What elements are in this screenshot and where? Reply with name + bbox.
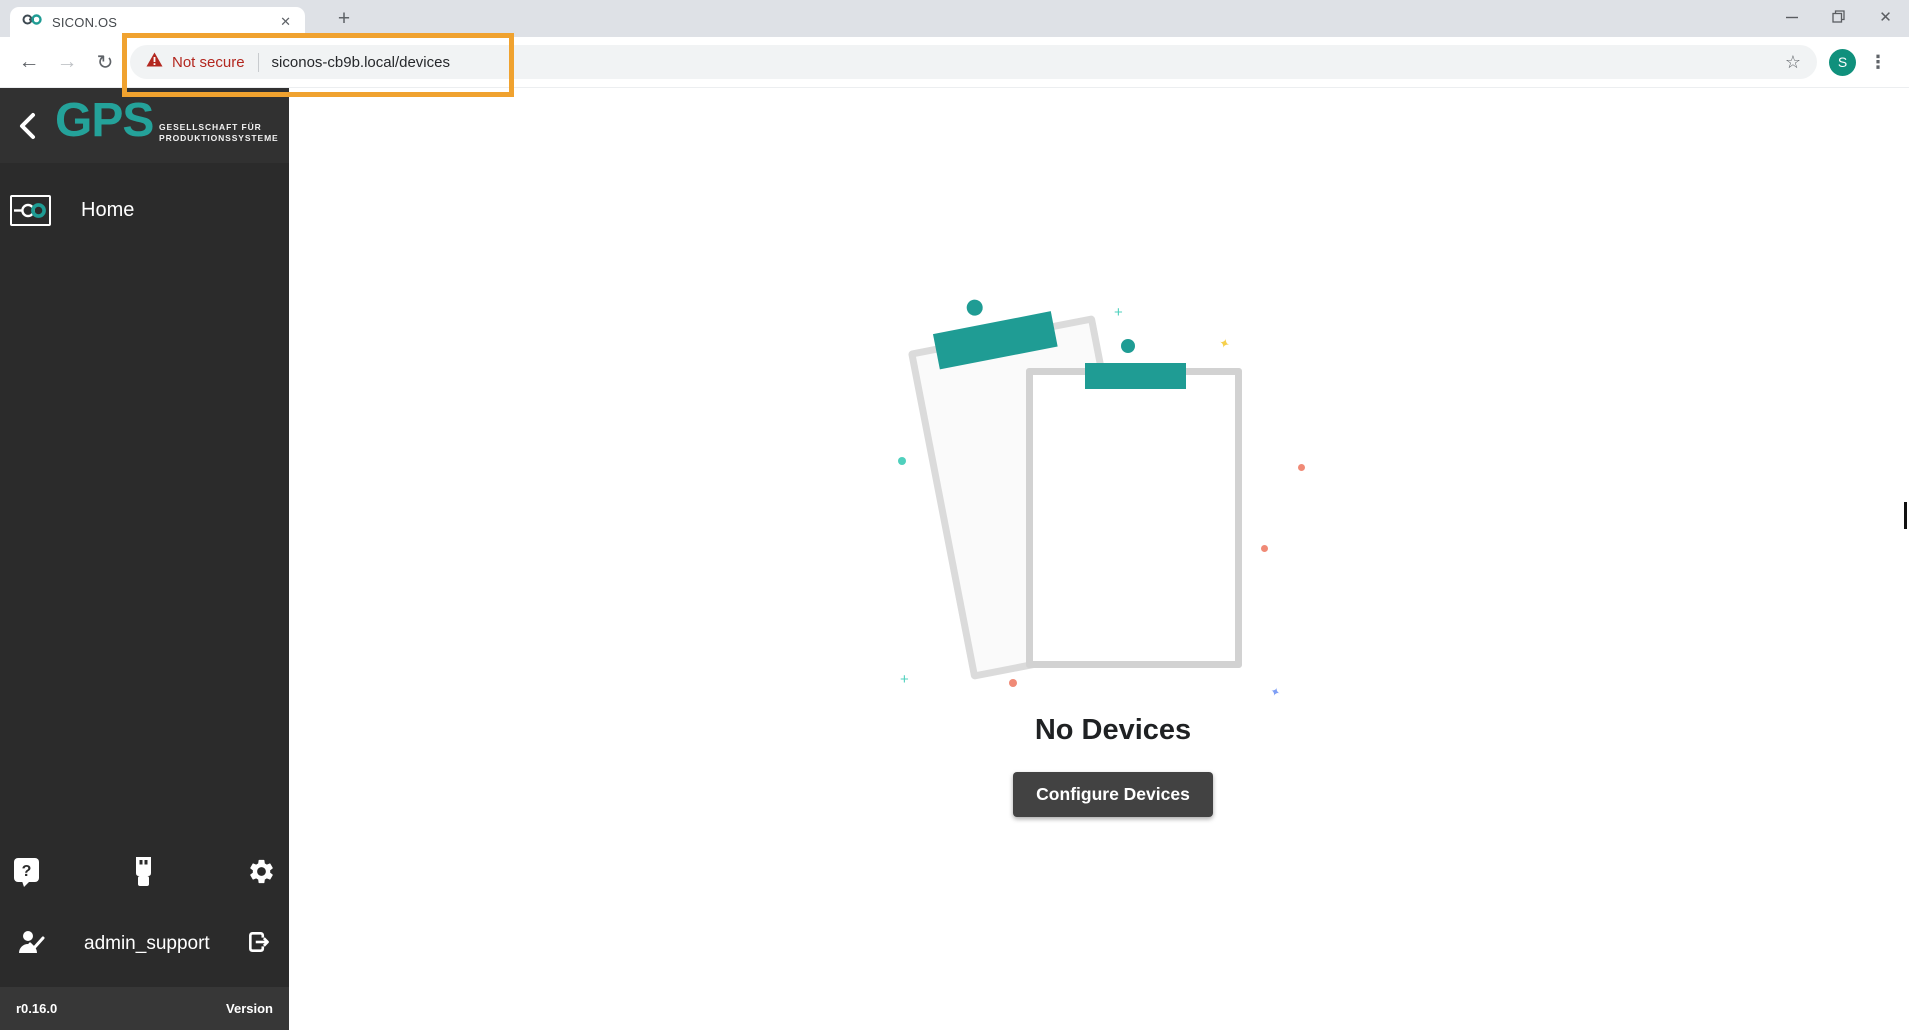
- chip-separator: [258, 53, 259, 72]
- browser-menu-icon[interactable]: ⋮: [1856, 52, 1899, 73]
- window-minimize-button[interactable]: [1768, 0, 1815, 33]
- not-secure-label[interactable]: Not secure: [172, 54, 245, 71]
- main-content: + ✦ ✦ + ✦ No Devices Configure Devices: [289, 88, 1909, 1030]
- confetti-dot: [1298, 464, 1305, 471]
- user-check-icon: [17, 929, 46, 959]
- sidebar-header: GPS GESELLSCHAFT FÜR PRODUKTIONSSYSTEME: [0, 88, 289, 163]
- gps-logo: GPS: [55, 97, 153, 145]
- browser-tab[interactable]: SICON.OS ✕: [10, 7, 305, 37]
- confetti-star-icon: ✦: [1268, 684, 1283, 702]
- clipboard-board: [1026, 368, 1242, 668]
- window-close-button[interactable]: ✕: [1862, 0, 1909, 33]
- confetti-dot: [1261, 545, 1268, 552]
- profile-avatar[interactable]: S: [1829, 49, 1856, 76]
- configure-devices-button[interactable]: Configure Devices: [1013, 772, 1213, 817]
- window-restore-button[interactable]: [1815, 0, 1862, 33]
- no-devices-illustration: + ✦ ✦ + ✦: [888, 300, 1338, 712]
- gps-logo-subtitle: GESELLSCHAFT FÜR PRODUKTIONSSYSTEME: [159, 122, 289, 144]
- confetti-plus-icon: +: [1114, 305, 1123, 320]
- user-name: admin_support: [84, 933, 210, 955]
- browser-toolbar: ← → ↻ Not secure siconos-cb9b.local/devi…: [0, 37, 1909, 88]
- new-tab-button[interactable]: +: [330, 5, 358, 33]
- sidebar-version-bar: r0.16.0 Version: [0, 987, 289, 1030]
- url-text[interactable]: siconos-cb9b.local/devices: [272, 54, 450, 71]
- window-controls: ✕: [1768, 0, 1909, 33]
- svg-text:?: ?: [22, 863, 32, 880]
- clipboard-clip: [1085, 363, 1186, 389]
- reload-button[interactable]: ↻: [86, 50, 124, 75]
- confetti-star-icon: ✦: [1217, 335, 1232, 353]
- tab-close-icon[interactable]: ✕: [278, 14, 293, 30]
- tab-strip: SICON.OS ✕ + ✕: [0, 0, 1909, 37]
- sidebar-collapse-icon[interactable]: [17, 111, 39, 146]
- bookmark-star-icon[interactable]: ☆: [1785, 52, 1801, 73]
- sidebar-item-home[interactable]: Home: [0, 185, 289, 235]
- sidebar-user-row: admin_support: [0, 922, 289, 966]
- usb-device-icon[interactable]: [132, 856, 155, 892]
- cursor-artifact: [1904, 502, 1907, 529]
- forward-button[interactable]: →: [48, 50, 86, 74]
- avatar-letter: S: [1838, 54, 1847, 70]
- clipboard-ring: [965, 298, 984, 317]
- address-bar[interactable]: Not secure siconos-cb9b.local/devices ☆: [130, 45, 1817, 79]
- logout-icon[interactable]: [246, 929, 272, 960]
- settings-gear-icon[interactable]: [247, 857, 276, 891]
- not-secure-warning-icon: [146, 52, 163, 72]
- home-logo-icon: [10, 195, 51, 226]
- confetti-plus-icon: +: [900, 672, 909, 687]
- browser-window: SICON.OS ✕ + ✕ ← → ↻: [0, 0, 1909, 1030]
- empty-state-title: No Devices: [1035, 714, 1191, 747]
- version-value: r0.16.0: [16, 1001, 57, 1016]
- clipboard-ring: [1121, 339, 1135, 353]
- sidebar: GPS GESELLSCHAFT FÜR PRODUKTIONSSYSTEME …: [0, 88, 289, 1030]
- confetti-dot: [1009, 679, 1017, 687]
- help-icon[interactable]: ?: [13, 857, 40, 892]
- version-label: Version: [226, 1001, 273, 1016]
- sidebar-item-label: Home: [81, 199, 134, 222]
- back-button[interactable]: ←: [10, 50, 48, 74]
- tab-title: SICON.OS: [52, 15, 278, 30]
- siconos-favicon-icon: [22, 12, 43, 32]
- confetti-dot: [898, 457, 906, 465]
- sidebar-footer-icons: ?: [0, 852, 289, 896]
